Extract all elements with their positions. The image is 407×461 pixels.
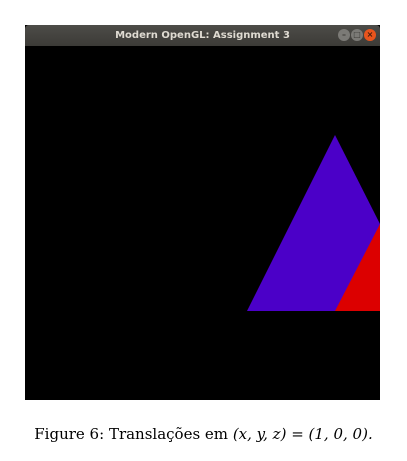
minimize-icon[interactable]: – — [338, 29, 350, 41]
window-titlebar[interactable]: Modern OpenGL: Assignment 3 – □ × — [25, 25, 380, 46]
figure-caption: Figure 6: Translações em (x, y, z) = (1,… — [0, 425, 407, 443]
maximize-icon[interactable]: □ — [351, 29, 363, 41]
gl-viewport — [25, 46, 380, 400]
figure-caption-math: (x, y, z) = (1, 0, 0). — [232, 425, 373, 443]
figure-label: Figure 6: — [34, 425, 105, 443]
figure-caption-text: Translações em — [108, 425, 229, 443]
opengl-window: Modern OpenGL: Assignment 3 – □ × — [25, 25, 380, 400]
window-title: Modern OpenGL: Assignment 3 — [115, 30, 290, 41]
close-icon[interactable]: × — [364, 29, 376, 41]
